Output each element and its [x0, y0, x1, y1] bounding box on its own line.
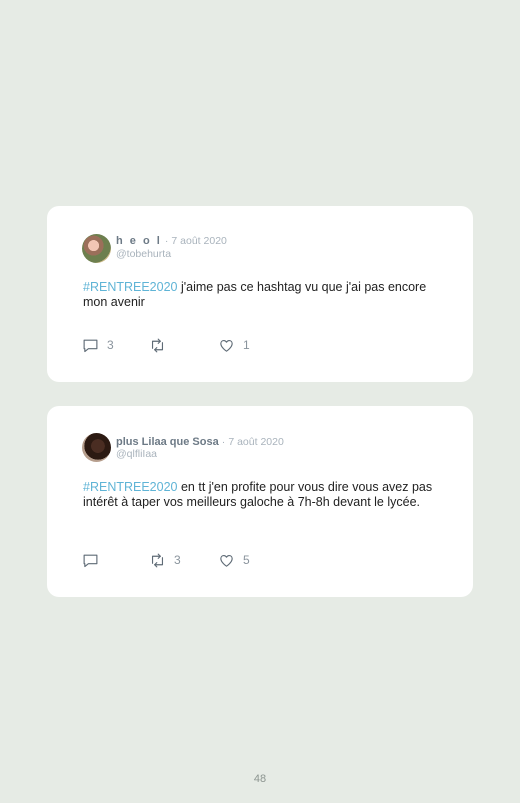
page-number: 48	[253, 773, 267, 785]
retweet-count: 3	[174, 553, 181, 567]
reply-icon	[83, 554, 98, 567]
tweet-header: h e o l · 7 août 2020	[116, 235, 227, 247]
reply-icon	[83, 339, 98, 352]
avatar[interactable]	[82, 234, 111, 263]
hashtag-link[interactable]: #RENTREE2020	[83, 280, 178, 294]
separator: ·	[221, 436, 226, 448]
tweet-header: plus Lilaa que Sosa · 7 août 2020	[116, 436, 284, 448]
tweet-card[interactable]: h e o l · 7 août 2020 @tobehurta #RENTRE…	[47, 206, 473, 382]
tweet-text: #RENTREE2020 j'aime pas ce hashtag vu qu…	[83, 280, 443, 310]
tweet-text: #RENTREE2020 en tt j'en profite pour vou…	[83, 480, 443, 510]
retweet-icon	[151, 553, 164, 567]
hashtag-link[interactable]: #RENTREE2020	[83, 480, 178, 494]
like-count: 5	[243, 553, 250, 567]
reply-count: 3	[107, 338, 114, 352]
like-count: 1	[243, 338, 250, 352]
tweet-card[interactable]: plus Lilaa que Sosa · 7 août 2020 @qlfli…	[47, 406, 473, 597]
reply-button[interactable]: 3	[82, 336, 114, 354]
retweet-icon	[151, 338, 164, 352]
user-handle[interactable]: @qlfliIaa	[116, 448, 157, 460]
like-button[interactable]: 5	[218, 551, 250, 569]
user-handle[interactable]: @tobehurta	[116, 248, 171, 260]
avatar[interactable]	[82, 433, 111, 462]
heart-icon	[220, 339, 233, 352]
tweet-date[interactable]: 7 août 2020	[171, 235, 226, 247]
retweet-button[interactable]	[149, 336, 174, 354]
display-name[interactable]: h e o l	[116, 235, 162, 247]
retweet-button[interactable]: 3	[149, 551, 181, 569]
display-name[interactable]: plus Lilaa que Sosa	[116, 436, 219, 448]
heart-icon	[220, 554, 233, 567]
like-button[interactable]: 1	[218, 336, 250, 354]
reply-button[interactable]	[82, 551, 107, 569]
separator: ·	[164, 235, 169, 247]
tweet-date[interactable]: 7 août 2020	[228, 436, 283, 448]
